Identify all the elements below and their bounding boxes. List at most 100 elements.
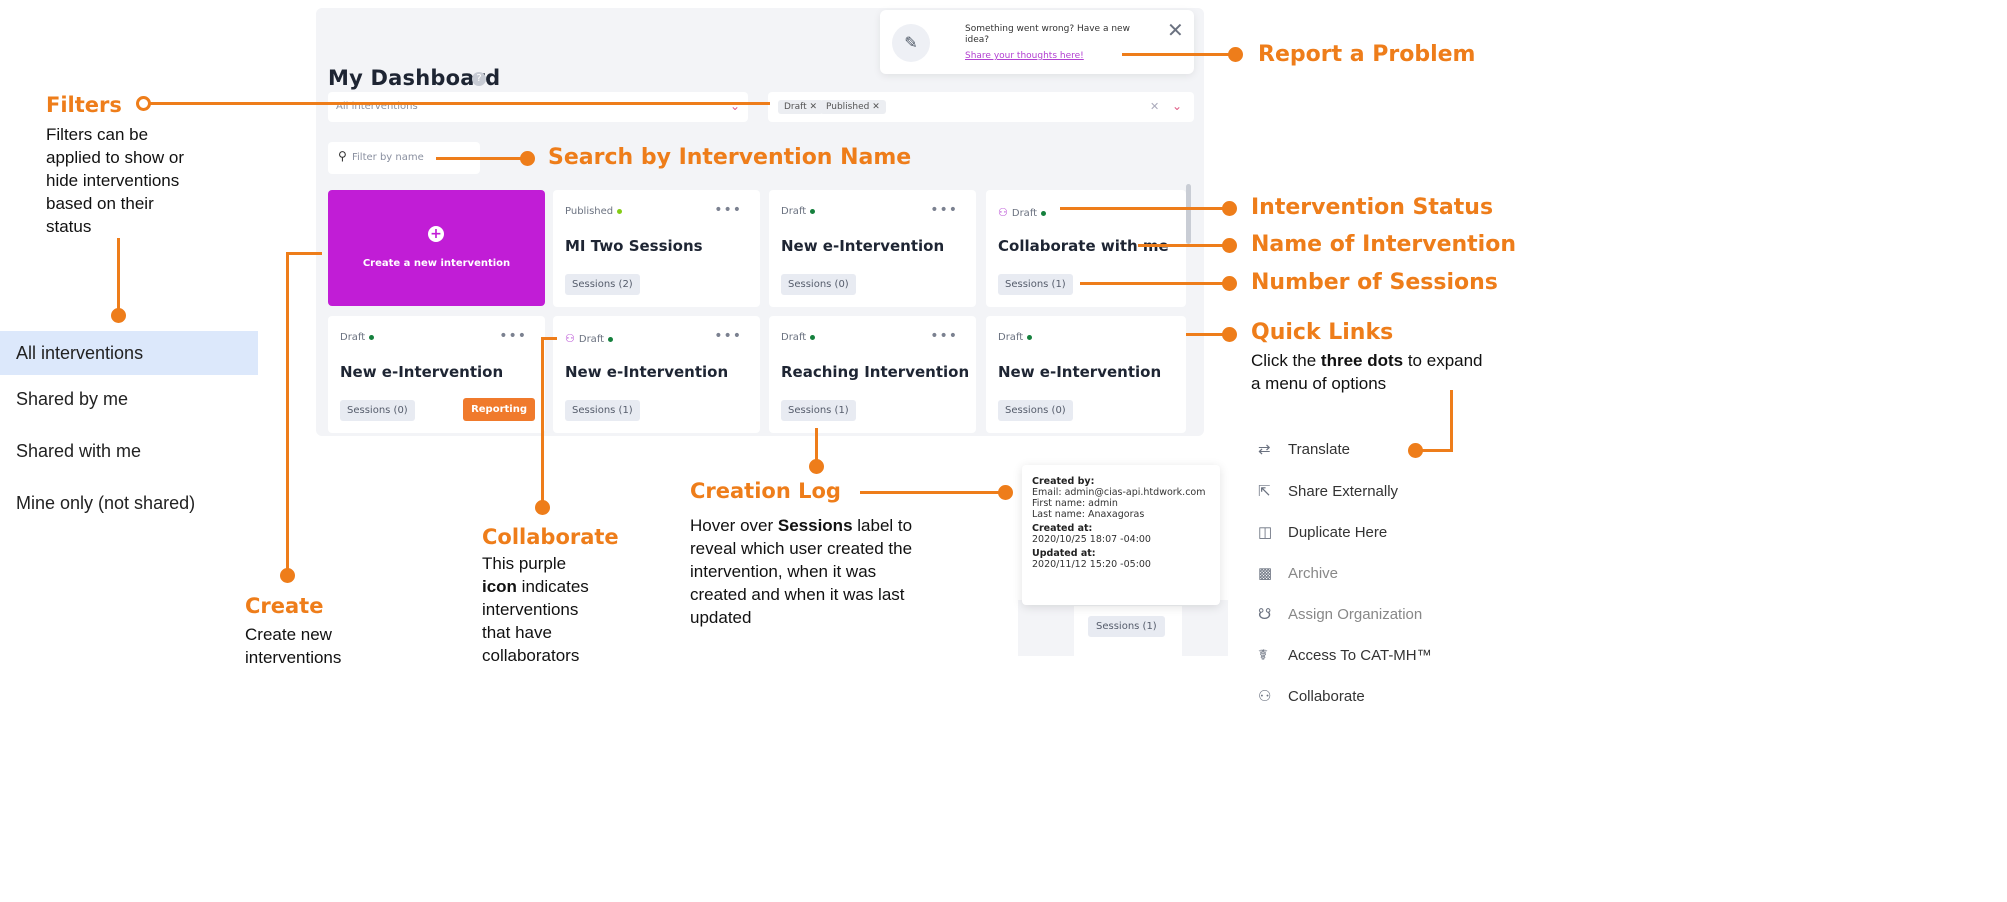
collaborators-icon: ⚇ [565,332,575,345]
status-label: ⚇ Draft [565,332,614,345]
annotation-line [286,252,289,574]
search-annotation: Search by Intervention Name [548,145,912,170]
sessions-label[interactable]: Sessions (0) [340,400,415,421]
status-filter-select[interactable]: Draft ✕ Published ✕ ✕ ⌄ [768,92,1194,122]
intervention-card[interactable]: Draft New e-Intervention Sessions (0) [986,316,1186,433]
sessions-label[interactable]: Sessions (0) [781,274,856,295]
intervention-card[interactable]: ⚇ Draft ••• New e-Intervention Sessions (… [553,316,760,433]
annotation-line [541,337,544,507]
collaborators-icon: ⚇ [998,206,1008,219]
plus-icon: + [428,226,444,242]
clear-icon[interactable]: ✕ [1150,100,1159,113]
create-annotation-body: Create new interventions [245,625,342,667]
more-options-icon[interactable]: ••• [930,202,958,218]
intervention-name: New e-Intervention [781,237,945,255]
sessions-label[interactable]: Sessions (2) [565,274,640,295]
annotation-dot [998,485,1013,500]
create-intervention-card[interactable] [328,190,545,306]
intervention-card[interactable]: Draft ••• Reaching Intervention Sessions… [769,316,976,433]
create-annotation-title: Create [245,594,324,618]
search-icon: ⚲ [338,149,347,163]
intervention-name: New e-Intervention [565,363,729,381]
more-options-icon[interactable]: ••• [499,328,527,344]
annotation-dot [1228,47,1243,62]
filter-option-shared-with-me[interactable]: Shared with me [0,429,258,473]
annotation-line [117,238,120,314]
sessions-annotation: Number of Sessions [1251,270,1498,295]
annotation-dot [280,568,295,583]
scrollbar[interactable] [1186,184,1191,244]
search-placeholder: Filter by name [352,152,424,163]
collaborate-annotation-body: This purple icon indicates interventions… [482,554,589,665]
quick-link-share-externally[interactable]: ⇱ Share Externally [1258,472,1518,512]
intervention-name: Reaching Intervention [781,363,970,381]
quick-link-collaborate[interactable]: ⚇ Collaborate [1258,677,1518,717]
collaborate-annotation-title: Collaborate [482,525,619,549]
annotation-line [1080,282,1230,285]
quick-links-annotation-title: Quick Links [1251,320,1394,345]
quick-links-annotation-body: Click the three dots to expand a menu of… [1251,351,1483,393]
intervention-card[interactable]: Published ••• MI Two Sessions Sessions (… [553,190,760,307]
annotation-dot [111,308,126,323]
collaborate-icon: ⚇ [1258,688,1272,705]
status-label: Draft [781,332,816,343]
more-options-icon[interactable]: ••• [714,202,742,218]
status-label: Draft [781,206,816,217]
annotation-dot [1222,327,1237,342]
status-dot [1027,334,1033,340]
sessions-label[interactable]: Sessions (1) [1088,616,1165,637]
chevron-down-icon: ⌄ [1172,99,1183,113]
sessions-label[interactable]: Sessions (1) [565,400,640,421]
annotation-dot [535,500,550,515]
share-thoughts-link[interactable]: Share your thoughts here! [965,51,1084,61]
annotation-dot [520,151,535,166]
annotation-dot [136,96,151,111]
annotation-line [860,491,1006,494]
sessions-label[interactable]: Sessions (1) [781,400,856,421]
translate-icon: ⇄ [1258,441,1271,458]
duplicate-icon: ◫ [1258,524,1273,541]
close-icon[interactable]: ✕ [1167,18,1184,42]
status-dot [369,334,375,340]
annotation-dot [1222,238,1237,253]
filter-option-shared-by-me[interactable]: Shared by me [0,377,258,421]
report-problem-text: Something went wrong? Have a new idea? [965,24,1130,45]
quick-link-archive[interactable]: ▩ Archive [1258,554,1518,594]
name-annotation: Name of Intervention [1251,232,1516,257]
quick-link-assign-organization[interactable]: ☋ Assign Organization [1258,595,1518,635]
more-options-icon[interactable]: ••• [930,328,958,344]
annotation-line [748,102,770,105]
status-dot [810,334,816,340]
more-options-icon[interactable]: ••• [714,328,742,344]
filter-option-all[interactable]: All interventions [0,331,258,375]
creation-log-annotation-title: Creation Log [690,479,841,503]
annotation-line [1138,244,1230,247]
annotation-line [286,252,322,255]
intervention-card[interactable]: Draft ••• New e-Intervention Sessions (0… [769,190,976,307]
quick-link-duplicate[interactable]: ◫ Duplicate Here [1258,513,1518,553]
filter-option-mine-only[interactable]: Mine only (not shared) [0,481,258,525]
annotation-line [436,157,526,160]
quick-link-cat-mh[interactable]: ☤ Access To CAT-MH™ [1258,636,1518,676]
reporting-button[interactable]: Reporting [463,398,535,421]
annotation-dot [809,459,824,474]
interventions-filter-select[interactable]: All interventions ⌄ [328,92,748,122]
status-chip-draft[interactable]: Draft ✕ [778,100,824,114]
annotation-line [150,102,750,105]
intervention-name: MI Two Sessions [565,237,703,255]
status-dot [617,208,623,214]
sessions-label[interactable]: Sessions (1) [998,274,1073,295]
cat-mh-icon: ☤ [1258,647,1269,664]
annotation-line [1060,207,1230,210]
sessions-label[interactable]: Sessions (0) [998,400,1073,421]
intervention-card[interactable]: Draft ••• New e-Intervention Sessions (0… [328,316,545,433]
creation-log-tooltip: Created by: Email: admin@cias-api.htdwor… [1022,465,1220,605]
status-chip-published[interactable]: Published ✕ [820,100,886,114]
status-label: Draft [998,332,1033,343]
status-dot [608,336,614,342]
info-icon[interactable]: ? [472,72,486,86]
quick-link-translate[interactable]: ⇄ Translate [1258,430,1518,470]
intervention-name: New e-Intervention [340,363,504,381]
status-label: Draft [340,332,375,343]
annotation-dot [1222,201,1237,216]
